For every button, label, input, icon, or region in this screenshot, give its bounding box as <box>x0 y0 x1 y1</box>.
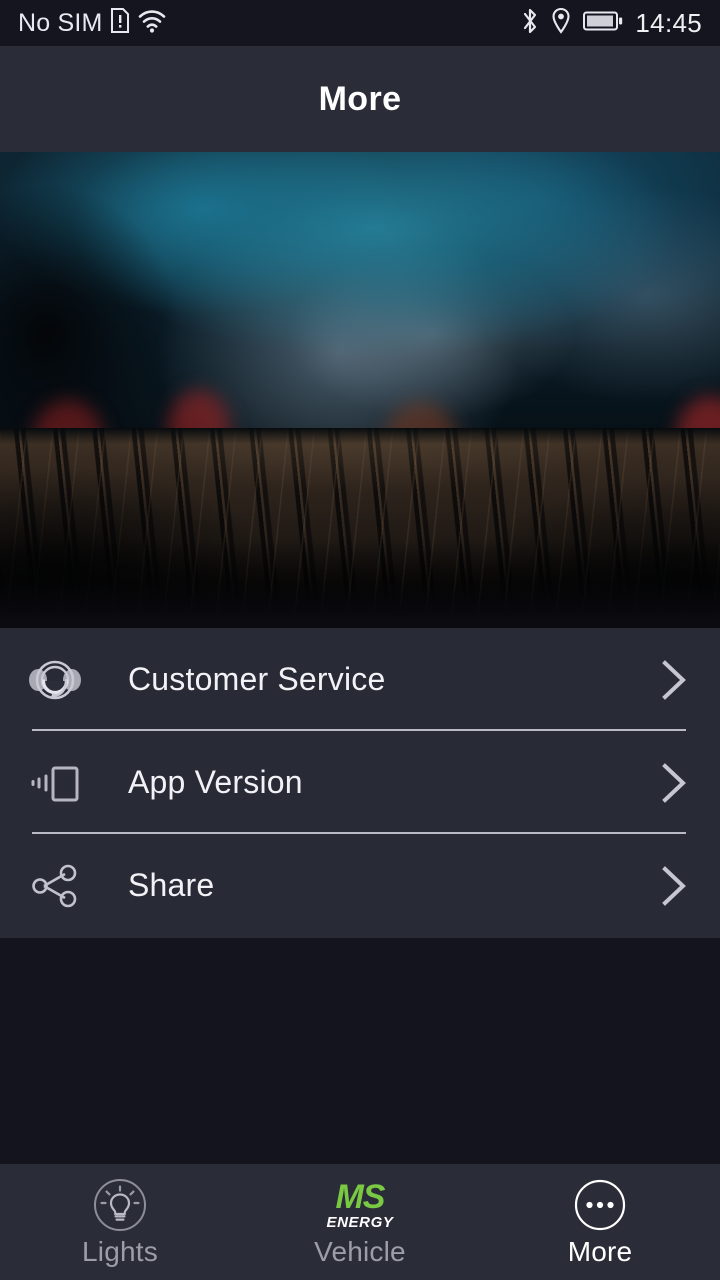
chevron-right-icon <box>656 759 692 807</box>
sim-card-alert-icon <box>110 7 130 39</box>
status-bar: No SIM 14:45 <box>0 0 720 46</box>
nav-tab-label: Lights <box>82 1236 158 1267</box>
hero-deck-top-edge <box>0 428 720 444</box>
battery-icon <box>583 10 623 37</box>
brand-mark: MS <box>335 1178 385 1216</box>
menu-item-label: Share <box>128 867 215 903</box>
headset-support-icon <box>26 651 84 709</box>
bottom-navigation-bar: Lights MS ENERGY Vehicle More <box>0 1164 720 1280</box>
brand-logo: MS ENERGY <box>327 1180 394 1230</box>
location-icon <box>551 7 571 39</box>
nav-tab-label: More <box>567 1236 633 1267</box>
app-screen: No SIM 14:45 More Customer Service App V… <box>0 0 720 1280</box>
menu-item-app-version[interactable]: App Version <box>0 731 720 834</box>
chevron-right-icon <box>656 862 692 910</box>
menu-item-customer-service[interactable]: Customer Service <box>0 628 720 731</box>
page-title: More <box>318 79 402 118</box>
status-bar-left: No SIM <box>18 7 167 39</box>
settings-menu-list: Customer Service App Version Share <box>0 628 720 938</box>
app-header: More <box>0 46 720 152</box>
chevron-right-icon <box>656 656 692 704</box>
nav-tab-vehicle[interactable]: MS ENERGY Vehicle <box>240 1164 480 1280</box>
nav-tab-more[interactable]: More <box>480 1164 720 1280</box>
clock-label: 14:45 <box>635 7 702 38</box>
menu-item-label: App Version <box>128 764 303 800</box>
nav-tab-lights[interactable]: Lights <box>0 1164 240 1280</box>
brand-subtitle: ENERGY <box>326 1214 394 1231</box>
ms-energy-logo: MS ENERGY <box>327 1176 394 1234</box>
ellipsis-circle-icon <box>572 1176 628 1234</box>
hero-bottom-fade <box>0 582 720 628</box>
menu-item-label: Customer Service <box>128 661 386 697</box>
mobile-device-icon <box>26 754 84 812</box>
bluetooth-icon <box>521 7 539 40</box>
menu-item-share[interactable]: Share <box>0 834 720 937</box>
status-bar-right: 14:45 <box>521 7 702 40</box>
wifi-icon <box>137 8 167 39</box>
share-nodes-icon <box>26 857 84 915</box>
carrier-label: No SIM <box>18 8 103 37</box>
nav-tab-label: Vehicle <box>314 1236 406 1267</box>
lightbulb-icon <box>92 1176 148 1234</box>
hero-banner-image <box>0 152 720 628</box>
